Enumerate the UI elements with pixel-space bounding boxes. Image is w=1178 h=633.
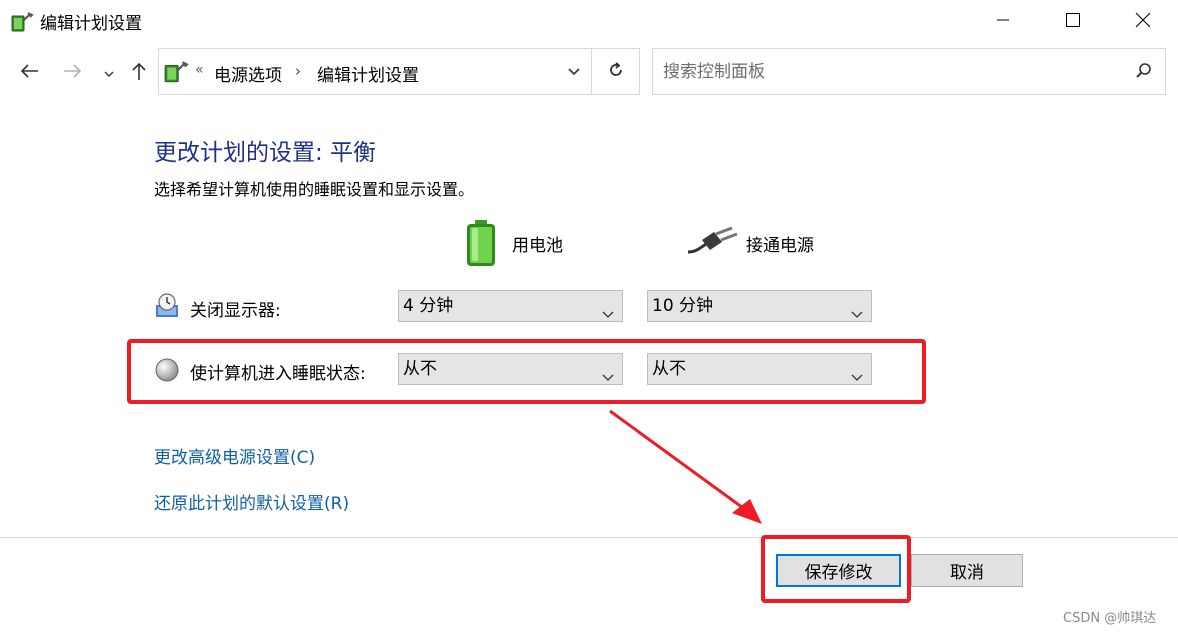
power-plug-icon (686, 226, 738, 260)
chevron-down-icon (103, 64, 115, 83)
watermark: CSDN @帅琪达 (1063, 611, 1157, 626)
breadcrumb-separator[interactable]: › (295, 62, 301, 80)
close-button[interactable] (1108, 0, 1178, 44)
minimize-button[interactable] (968, 0, 1038, 44)
battery-icon (464, 219, 498, 271)
breadcrumb-power-options[interactable]: 电源选项 (214, 61, 282, 86)
power-options-icon (10, 10, 34, 34)
chevron-down-icon (851, 300, 863, 330)
power-options-icon (163, 59, 189, 85)
display-off-battery-select[interactable]: 4 分钟 (398, 290, 623, 322)
advanced-power-settings-link[interactable]: 更改高级电源设置(C) (154, 443, 315, 468)
column-header-plugged: 接通电源 (746, 236, 814, 256)
search-icon[interactable] (1135, 62, 1153, 84)
forward-arrow-icon (63, 63, 83, 83)
breadcrumb-edit-plan[interactable]: 编辑计划设置 (317, 61, 419, 86)
page-title: 更改计划的设置: 平衡 (154, 140, 377, 166)
display-off-plugged-value: 10 分钟 (652, 296, 714, 316)
close-icon (1135, 12, 1151, 32)
search-box[interactable] (652, 48, 1166, 95)
search-input[interactable] (663, 59, 1103, 85)
footer-divider (0, 537, 1178, 538)
back-button[interactable] (14, 58, 44, 88)
up-arrow-icon (131, 61, 147, 85)
sleep-row-highlight (127, 339, 926, 404)
display-off-label: 关闭显示器: (190, 301, 281, 321)
address-overflow[interactable]: « (195, 62, 204, 78)
up-button[interactable] (126, 58, 152, 88)
maximize-button[interactable] (1038, 0, 1108, 44)
refresh-icon (607, 61, 625, 83)
chevron-down-icon (602, 300, 614, 330)
display-off-battery-value: 4 分钟 (403, 296, 454, 316)
annotation-arrow-icon (600, 405, 775, 539)
restore-defaults-link[interactable]: 还原此计划的默认设置(R) (154, 489, 349, 514)
maximize-icon (1065, 12, 1081, 32)
minimize-icon (995, 12, 1011, 32)
back-arrow-icon (19, 63, 39, 83)
save-button[interactable]: 保存修改 (776, 554, 901, 587)
column-header-battery: 用电池 (512, 236, 563, 256)
forward-button[interactable] (58, 58, 88, 88)
display-off-plugged-select[interactable]: 10 分钟 (647, 290, 872, 322)
address-bar[interactable]: « 电源选项 › 编辑计划设置 (158, 48, 640, 95)
title-bar: 编辑计划设置 (0, 0, 1178, 44)
page-subtitle: 选择希望计算机使用的睡眠设置和显示设置。 (154, 180, 475, 199)
window-title: 编辑计划设置 (40, 14, 142, 34)
refresh-button[interactable] (591, 49, 639, 94)
cancel-button[interactable]: 取消 (911, 554, 1023, 587)
recent-locations-button[interactable] (100, 58, 118, 88)
display-clock-icon (154, 293, 180, 319)
address-dropdown-button[interactable] (557, 49, 591, 94)
chevron-down-icon (567, 62, 581, 81)
